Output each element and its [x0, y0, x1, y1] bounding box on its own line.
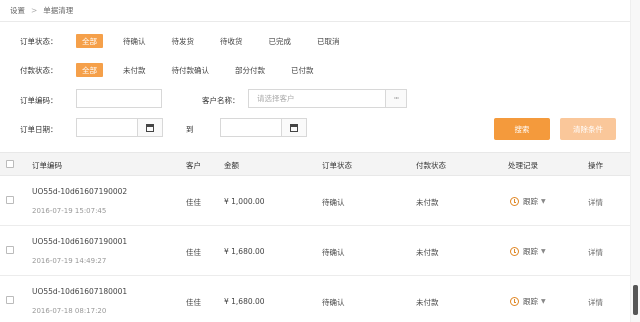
table-row: UO55d-10d61607180001 2016-07-18 08:17:20…	[0, 276, 630, 322]
breadcrumb: 设置 > 单据清理	[0, 0, 630, 22]
order-status-chip-pending-confirm[interactable]: 待确认	[117, 34, 152, 48]
row-checkbox[interactable]	[6, 296, 14, 304]
search-button[interactable]: 搜索	[494, 118, 550, 140]
customer-label: 客户名称：	[202, 96, 240, 105]
amount-cell: ¥ 1,000.00	[224, 197, 265, 206]
order-status-chip-completed[interactable]: 已完成	[263, 34, 298, 48]
clock-icon	[510, 247, 519, 256]
payment-status-cell: 未付款	[416, 198, 439, 207]
track-dropdown[interactable]: 跟踪 ▼	[510, 196, 546, 207]
payment-status-filter: 付款状态： 全部 未付款 待付款确认 部分付款 已付款	[20, 63, 334, 77]
vertical-scrollbar[interactable]	[630, 0, 640, 322]
order-status-chip-pending-receive[interactable]: 待收货	[214, 34, 249, 48]
scrollbar-thumb[interactable]	[633, 285, 638, 315]
table-header: 订单编码 客户 金额 订单状态 付款状态 处理记录 操作	[0, 152, 630, 176]
header-action: 操作	[588, 160, 603, 170]
track-label: 跟踪	[523, 247, 538, 256]
chevron-down-icon: ▼	[541, 298, 546, 305]
calendar-icon	[290, 123, 298, 132]
header-customer: 客户	[186, 160, 201, 170]
header-amount: 金额	[224, 160, 239, 170]
order-status-cell: 待确认	[322, 198, 345, 207]
header-order-no: 订单编码	[32, 160, 62, 170]
payment-status-chip-unpaid[interactable]: 未付款	[117, 63, 152, 77]
order-no: UO55d-10d61607190001	[32, 237, 128, 246]
date-to-input[interactable]	[220, 118, 282, 137]
payment-status-cell: 未付款	[416, 248, 439, 257]
order-time: 2016-07-18 08:17:20	[32, 307, 107, 315]
order-no: UO55d-10d61607190002	[32, 187, 128, 196]
customer-input[interactable]: 请选择客户	[248, 89, 386, 108]
date-to-label: 到	[186, 125, 194, 134]
customer-cell: 佳佳	[186, 298, 201, 307]
header-history: 处理记录	[508, 160, 538, 170]
detail-link[interactable]: 详情	[588, 197, 603, 208]
header-order-status: 订单状态	[322, 160, 352, 170]
detail-link[interactable]: 详情	[588, 297, 603, 308]
amount-cell: ¥ 1,680.00	[224, 247, 265, 256]
clock-icon	[510, 297, 519, 306]
date-from-input[interactable]	[76, 118, 138, 137]
calendar-icon	[146, 123, 154, 132]
select-all-checkbox[interactable]	[6, 160, 14, 168]
track-dropdown[interactable]: 跟踪 ▼	[510, 246, 546, 257]
orders-table: 订单编码 客户 金额 订单状态 付款状态 处理记录 操作 UO55d-10d61…	[0, 152, 630, 322]
breadcrumb-separator: >	[31, 6, 38, 15]
order-no-label: 订单编码：	[20, 96, 58, 105]
header-payment-status: 付款状态	[416, 160, 446, 170]
payment-status-chip-paid[interactable]: 已付款	[285, 63, 320, 77]
order-status-filter: 订单状态： 全部 待确认 待发货 待收货 已完成 已取消	[20, 34, 360, 48]
track-label: 跟踪	[523, 297, 538, 306]
payment-status-chip-partial[interactable]: 部分付款	[229, 63, 271, 77]
row-checkbox[interactable]	[6, 246, 14, 254]
order-status-chip-cancelled[interactable]: 已取消	[311, 34, 346, 48]
order-time: 2016-07-19 14:49:27	[32, 257, 107, 265]
clear-conditions-button[interactable]: 清除条件	[560, 118, 616, 140]
payment-status-chip-pending-confirm[interactable]: 待付款确认	[166, 63, 216, 77]
order-status-chip-all[interactable]: 全部	[76, 34, 103, 48]
chevron-down-icon: ▼	[541, 248, 546, 255]
order-status-cell: 待确认	[322, 248, 345, 257]
order-time: 2016-07-19 15:07:45	[32, 207, 107, 215]
date-to-calendar-button[interactable]	[281, 118, 307, 137]
date-from-calendar-button[interactable]	[137, 118, 163, 137]
track-label: 跟踪	[523, 197, 538, 206]
chevron-down-icon: ▼	[541, 198, 546, 205]
clock-icon	[510, 197, 519, 206]
customer-cell: 佳佳	[186, 198, 201, 207]
table-row: UO55d-10d61607190001 2016-07-19 14:49:27…	[0, 226, 630, 276]
table-row: UO55d-10d61607190002 2016-07-19 15:07:45…	[0, 176, 630, 226]
breadcrumb-home[interactable]: 设置	[10, 5, 25, 16]
breadcrumb-current: 单据清理	[43, 6, 74, 15]
track-dropdown[interactable]: 跟踪 ▼	[510, 296, 546, 307]
row-checkbox[interactable]	[6, 196, 14, 204]
amount-cell: ¥ 1,680.00	[224, 297, 265, 306]
ellipsis-icon: ···	[393, 94, 400, 103]
customer-cell: 佳佳	[186, 248, 201, 257]
payment-status-label: 付款状态：	[20, 65, 58, 75]
order-status-label: 订单状态：	[20, 36, 58, 46]
order-no-input[interactable]	[76, 89, 162, 108]
order-status-chip-pending-ship[interactable]: 待发货	[166, 34, 201, 48]
detail-link[interactable]: 详情	[588, 247, 603, 258]
payment-status-chip-all[interactable]: 全部	[76, 63, 103, 77]
customer-picker-button[interactable]: ···	[385, 89, 407, 108]
payment-status-cell: 未付款	[416, 298, 439, 307]
order-date-label: 订单日期：	[20, 125, 58, 134]
order-status-cell: 待确认	[322, 298, 345, 307]
order-no: UO55d-10d61607180001	[32, 287, 128, 296]
